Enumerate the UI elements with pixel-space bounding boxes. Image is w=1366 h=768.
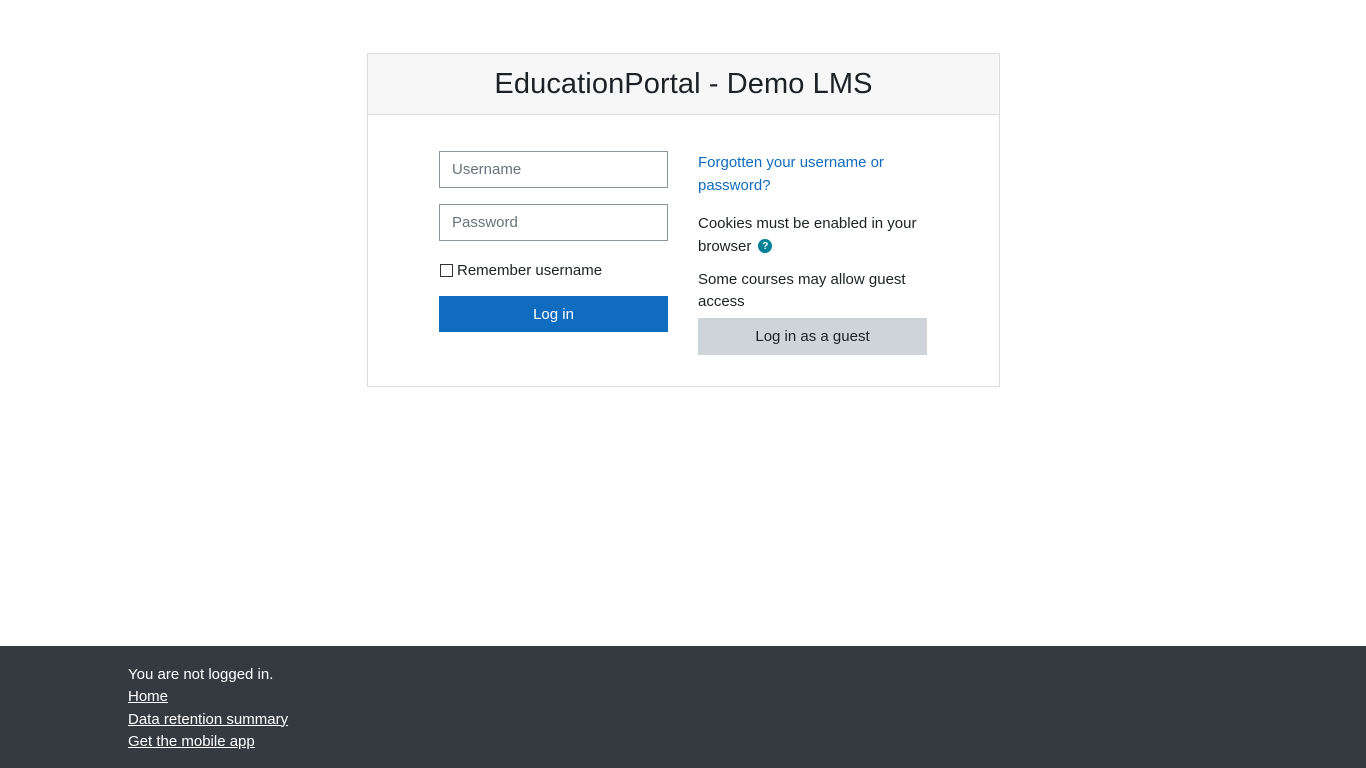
forgot-password-link[interactable]: Forgotten your username or password?: [698, 151, 927, 197]
login-button[interactable]: Log in: [439, 296, 668, 332]
login-status-text: You are not logged in.: [128, 666, 274, 683]
footer-link-mobile-app[interactable]: Get the mobile app: [128, 731, 288, 754]
login-card: EducationPortal - Demo LMS Remember user…: [367, 53, 1000, 387]
footer-link-data-retention[interactable]: Data retention summary: [128, 709, 288, 732]
login-page: EducationPortal - Demo LMS Remember user…: [0, 0, 1366, 768]
guest-login-button[interactable]: Log in as a guest: [698, 318, 927, 355]
card-header: EducationPortal - Demo LMS: [368, 54, 999, 115]
card-body: Remember username Log in Forgotten your …: [368, 115, 999, 386]
help-icon[interactable]: ?: [758, 239, 773, 254]
page-footer: You are not logged in. Home Data retenti…: [0, 646, 1366, 768]
remember-username-label[interactable]: Remember username: [457, 262, 602, 279]
password-input[interactable]: [439, 204, 668, 241]
username-input[interactable]: [439, 151, 668, 188]
remember-username-checkbox[interactable]: [440, 263, 453, 277]
login-info: Forgotten your username or password? Coo…: [698, 151, 927, 355]
remember-username-row[interactable]: Remember username: [439, 261, 668, 279]
site-title: EducationPortal - Demo LMS: [494, 67, 873, 100]
login-form: Remember username Log in: [439, 151, 668, 332]
cookies-notice: Cookies must be enabled in your browser?: [698, 212, 927, 258]
footer-link-home[interactable]: Home: [128, 686, 288, 709]
guest-access-notice: Some courses may allow guest access: [698, 271, 906, 310]
cookies-notice-text: Cookies must be enabled in your browser: [698, 215, 917, 255]
footer-content: You are not logged in. Home Data retenti…: [128, 664, 288, 754]
